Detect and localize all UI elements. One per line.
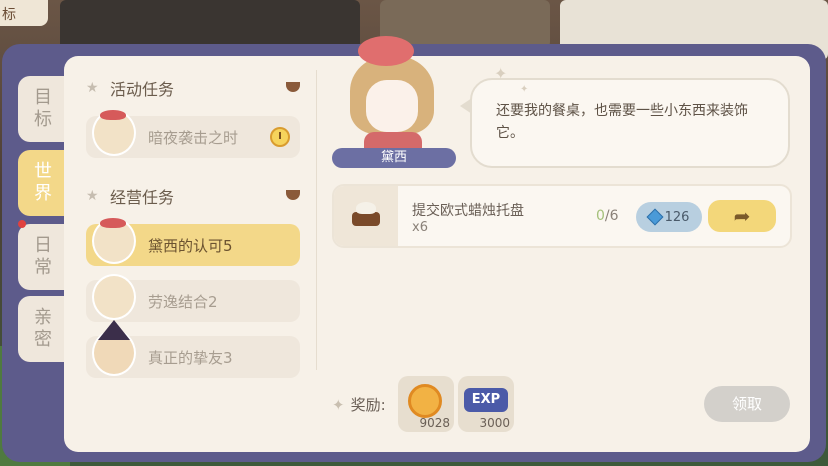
dialog-text: 还要我的餐桌，也需要一些小东西来装饰它。: [496, 103, 748, 141]
quest-item-title: 提交欧式蜡烛托盘: [412, 203, 524, 219]
dialog-bubble: 还要我的餐桌，也需要一些小东西来装饰它。: [460, 78, 790, 168]
exp-icon: EXP: [464, 388, 508, 412]
tab-goal[interactable]: 目标: [18, 76, 68, 142]
task-item-night-raid[interactable]: 暗夜袭击之时: [86, 110, 300, 158]
task-label: 劳逸结合2: [148, 292, 218, 311]
task-label: 暗夜袭击之时: [148, 128, 239, 147]
star-icon: ★: [86, 80, 99, 96]
coin-icon: [408, 384, 442, 418]
reward-amount: 9028: [419, 416, 450, 430]
tab-intimacy[interactable]: 亲密: [18, 296, 68, 362]
clock-icon: [270, 127, 290, 147]
task-item-daisy-approval[interactable]: 黛西的认可5: [86, 218, 300, 266]
npc-name-tag: 黛西: [332, 148, 456, 168]
avatar: [92, 110, 136, 156]
candle-tray-icon: [352, 202, 380, 226]
npc-portrait: [344, 36, 440, 154]
rewards-label: ✦ 奖励:: [332, 394, 386, 415]
tab-label: 目标: [34, 87, 52, 130]
tab-label: 日常: [34, 235, 52, 278]
go-button[interactable]: ➦: [708, 200, 776, 232]
section-title: 经营任务: [110, 188, 175, 207]
tab-world[interactable]: 世界: [18, 150, 68, 216]
gem-icon: [646, 208, 664, 226]
task-item-work-life-balance[interactable]: 劳逸结合2: [86, 274, 300, 322]
arrow-right-icon: ➦: [733, 204, 751, 228]
tab-label: 世界: [34, 161, 52, 204]
progress-current: 0: [596, 208, 605, 224]
section-title: 活动任务: [110, 80, 175, 99]
background-sign: 标: [0, 0, 48, 26]
npc-beret: [358, 36, 414, 66]
quest-item-icon-box: [334, 186, 398, 246]
quest-item: 提交欧式蜡烛托盘 x6 0/6 126 ➦: [332, 184, 792, 248]
task-label: 黛西的认可5: [148, 236, 233, 255]
section-header-business: ★ 经营任务: [86, 184, 302, 208]
reward-exp[interactable]: EXP 3000: [458, 376, 514, 432]
progress-total: /6: [604, 208, 619, 224]
reward-coin[interactable]: 9028: [398, 376, 454, 432]
npc-face: [366, 80, 418, 132]
tab-daily[interactable]: 日常: [18, 220, 68, 290]
avatar: [92, 218, 136, 264]
sparkle-icon: ✦: [494, 64, 508, 83]
collapse-icon[interactable]: [286, 190, 300, 200]
collapse-icon[interactable]: [286, 82, 300, 92]
tab-label: 亲密: [34, 307, 52, 350]
avatar: [92, 320, 136, 376]
sparkle-icon: ✦: [520, 84, 529, 95]
quest-item-quantity: x6: [412, 220, 428, 235]
notification-dot: [18, 220, 26, 228]
divider: [316, 70, 317, 370]
gem-purchase-button[interactable]: 126: [636, 202, 702, 232]
section-header-activity: ★ 活动任务: [86, 76, 302, 100]
avatar: [92, 274, 136, 320]
claim-button[interactable]: 领取: [704, 386, 790, 422]
rewards-label-text: 奖励:: [350, 396, 386, 414]
quest-progress: 0/6: [596, 208, 619, 224]
star-icon: ★: [86, 188, 99, 204]
reward-amount: 3000: [479, 416, 510, 430]
plus-icon: ✦: [332, 396, 345, 414]
task-label: 真正的挚友3: [148, 348, 233, 367]
task-item-true-friend[interactable]: 真正的挚友3: [86, 320, 300, 378]
gem-cost: 126: [664, 209, 690, 225]
